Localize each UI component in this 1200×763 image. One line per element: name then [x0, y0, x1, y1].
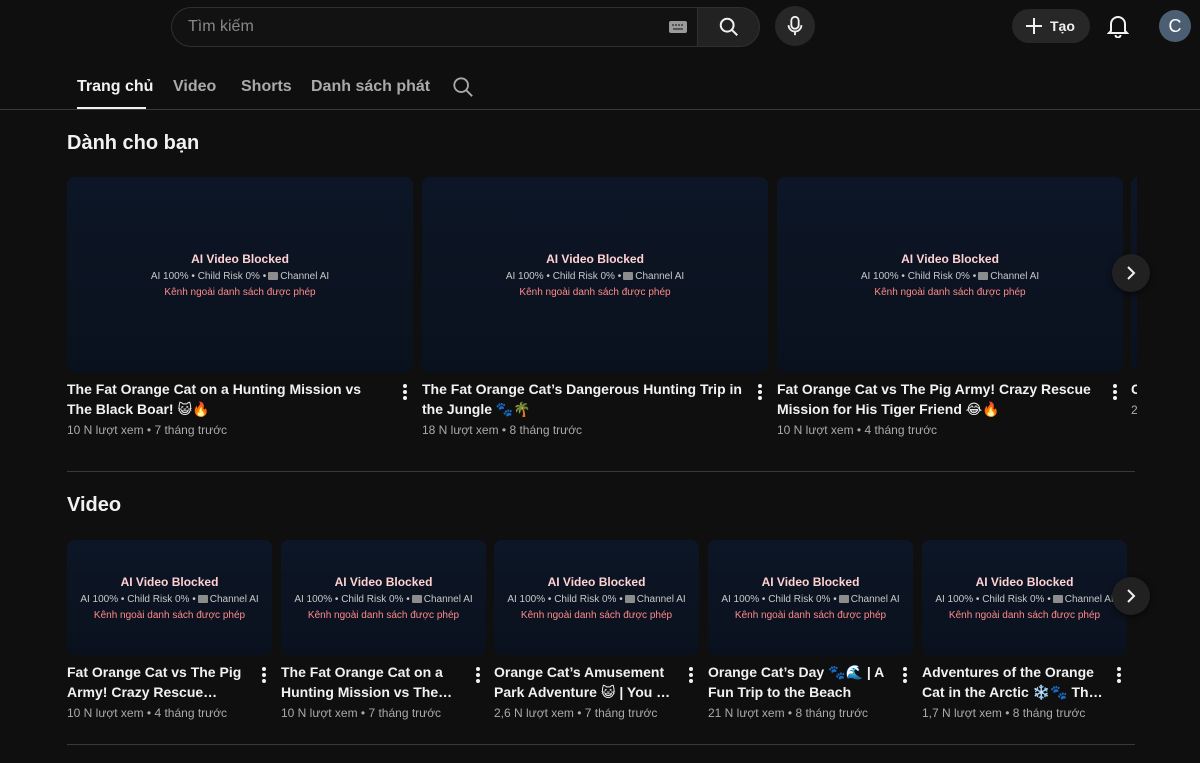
tv-icon	[978, 272, 989, 280]
video-thumbnail[interactable]: AI Video Blocked AI 100% • Child Risk 0%…	[708, 540, 913, 655]
microphone-icon	[787, 15, 803, 36]
video-thumbnail[interactable]: AI Video Blocked AI 100% • Child Risk 0%…	[67, 540, 272, 655]
avatar[interactable]: C	[1159, 10, 1191, 42]
tab-home[interactable]: Trang chủ	[77, 78, 153, 96]
video-meta: 10 N lượt xem • 4 tháng trước	[777, 423, 938, 437]
tv-icon	[1052, 595, 1063, 603]
video-meta: 21 N lượt xem • 8 tháng trước	[708, 706, 869, 720]
top-bar: Tạo C	[0, 0, 1200, 56]
active-tab-indicator	[77, 107, 146, 109]
search-icon	[719, 17, 738, 36]
blocked-title: AI Video Blocked	[547, 575, 646, 589]
tv-icon	[624, 595, 635, 603]
blocked-info: AI 100% • Child Risk 0% • Channel AI	[721, 594, 900, 605]
more-options-icon[interactable]	[689, 667, 693, 683]
voice-search-button[interactable]	[775, 6, 815, 46]
video-title[interactable]: Adventures of the Orange Cat in the Arct…	[922, 662, 1104, 702]
notifications-button[interactable]	[1104, 12, 1132, 40]
section-title-videos: Video	[67, 494, 122, 516]
search-box[interactable]	[171, 7, 697, 47]
chevron-right-icon	[1127, 266, 1136, 280]
chevron-right-icon	[1127, 589, 1136, 603]
video-thumbnail[interactable]: AI Video Blocked AI 100% • Child Risk 0%…	[67, 177, 413, 372]
video-title[interactable]: Orange Cat’s Day 🐾🌊 | A Fun Trip to the …	[708, 662, 890, 702]
more-options-icon[interactable]	[758, 384, 762, 400]
blocked-notice: Kênh ngoài danh sách được phép	[520, 610, 673, 621]
blocked-notice: Kênh ngoài danh sách được phép	[93, 610, 246, 621]
blocked-title: AI Video Blocked	[761, 575, 860, 589]
blocked-notice: Kênh ngoài danh sách được phép	[874, 287, 1026, 298]
video-thumbnail[interactable]: AI Video Blocked AI 100% • Child Risk 0%…	[494, 540, 699, 655]
video-thumbnail[interactable]: AI Video Blocked AI 100% • Child Risk 0%…	[922, 540, 1127, 655]
tab-videos[interactable]: Video	[173, 78, 216, 96]
keyboard-icon[interactable]	[669, 21, 687, 33]
tab-playlists[interactable]: Danh sách phát	[311, 78, 430, 96]
video-meta: 10 N lượt xem • 7 tháng trước	[67, 423, 228, 437]
video-title[interactable]: The Fat Orange Cat’s Dangerous Hunting T…	[422, 379, 742, 419]
blocked-title: AI Video Blocked	[120, 575, 219, 589]
more-options-icon[interactable]	[476, 667, 480, 683]
blocked-info: AI 100% • Child Risk 0% • Channel AI	[507, 594, 686, 605]
video-meta: 10 N lượt xem • 4 tháng trước	[67, 706, 228, 720]
video-title[interactable]: C	[1131, 379, 1137, 399]
video-title[interactable]: The Fat Orange Cat on a Hunting Mission …	[281, 662, 463, 702]
search-bar	[171, 7, 760, 47]
more-options-icon[interactable]	[1117, 667, 1121, 683]
plus-icon	[1026, 18, 1042, 34]
video-title[interactable]: Fat Orange Cat vs The Pig Army! Crazy Re…	[67, 662, 249, 702]
create-button-label: Tạo	[1050, 18, 1075, 34]
blocked-info: AI 100% • Child Risk 0% • Channel AI	[150, 271, 330, 282]
video-meta: 18 N lượt xem • 8 tháng trước	[422, 423, 583, 437]
blocked-info: AI 100% • Child Risk 0% • Channel AI	[294, 594, 473, 605]
blocked-title: AI Video Blocked	[901, 252, 999, 266]
carousel-next-button[interactable]	[1112, 254, 1150, 292]
tab-shorts[interactable]: Shorts	[241, 78, 292, 96]
blocked-notice: Kênh ngoài danh sách được phép	[948, 610, 1101, 621]
video-title[interactable]: Orange Cat’s Amusement Park Adventure 😺 …	[494, 662, 676, 702]
video-title[interactable]: The Fat Orange Cat on a Hunting Mission …	[67, 379, 387, 419]
more-options-icon[interactable]	[403, 384, 407, 400]
video-thumbnail[interactable]: AI Video Blocked AI 100% • Child Risk 0%…	[777, 177, 1123, 372]
section-title-for-you: Dành cho bạn	[67, 132, 200, 154]
blocked-info: AI 100% • Child Risk 0% • Channel AI	[80, 594, 259, 605]
channel-tabs: Trang chủ Video Shorts Danh sách phát	[0, 56, 1200, 110]
search-button[interactable]	[697, 7, 760, 47]
tv-icon	[623, 272, 634, 280]
video-thumbnail[interactable]: AI Video Blocked AI 100% • Child Risk 0%…	[281, 540, 486, 655]
more-options-icon[interactable]	[262, 667, 266, 683]
video-meta: 10 N lượt xem • 7 tháng trước	[281, 706, 442, 720]
blocked-notice: Kênh ngoài danh sách được phép	[164, 287, 316, 298]
blocked-title: AI Video Blocked	[191, 252, 289, 266]
video-card-peek: C 2	[1131, 177, 1137, 447]
blocked-notice: Kênh ngoài danh sách được phép	[519, 287, 671, 298]
section-divider	[67, 471, 1135, 472]
section-divider	[67, 744, 1135, 745]
blocked-title: AI Video Blocked	[975, 575, 1074, 589]
carousel-next-button[interactable]	[1112, 577, 1150, 615]
channel-search-icon[interactable]	[452, 76, 474, 98]
bell-icon	[1107, 16, 1129, 38]
video-meta: 2	[1131, 403, 1137, 417]
video-title[interactable]: Fat Orange Cat vs The Pig Army! Crazy Re…	[777, 379, 1097, 419]
blocked-info: AI 100% • Child Risk 0% • Channel AI	[860, 271, 1040, 282]
video-meta: 2,6 N lượt xem • 7 tháng trước	[494, 706, 658, 720]
blocked-title: AI Video Blocked	[334, 575, 433, 589]
search-input[interactable]	[188, 18, 648, 36]
video-meta: 1,7 N lượt xem • 8 tháng trước	[922, 706, 1086, 720]
blocked-info: AI 100% • Child Risk 0% • Channel AI	[505, 271, 685, 282]
more-options-icon[interactable]	[1113, 384, 1117, 400]
tv-icon	[268, 272, 279, 280]
blocked-title: AI Video Blocked	[546, 252, 644, 266]
tv-icon	[197, 595, 208, 603]
blocked-notice: Kênh ngoài danh sách được phép	[734, 610, 887, 621]
video-thumbnail[interactable]: AI Video Blocked AI 100% • Child Risk 0%…	[422, 177, 768, 372]
tv-icon	[411, 595, 422, 603]
blocked-notice: Kênh ngoài danh sách được phép	[307, 610, 460, 621]
create-button[interactable]: Tạo	[1012, 9, 1090, 43]
tv-icon	[838, 595, 849, 603]
blocked-info: AI 100% • Child Risk 0% • Channel AI	[935, 594, 1114, 605]
more-options-icon[interactable]	[903, 667, 907, 683]
